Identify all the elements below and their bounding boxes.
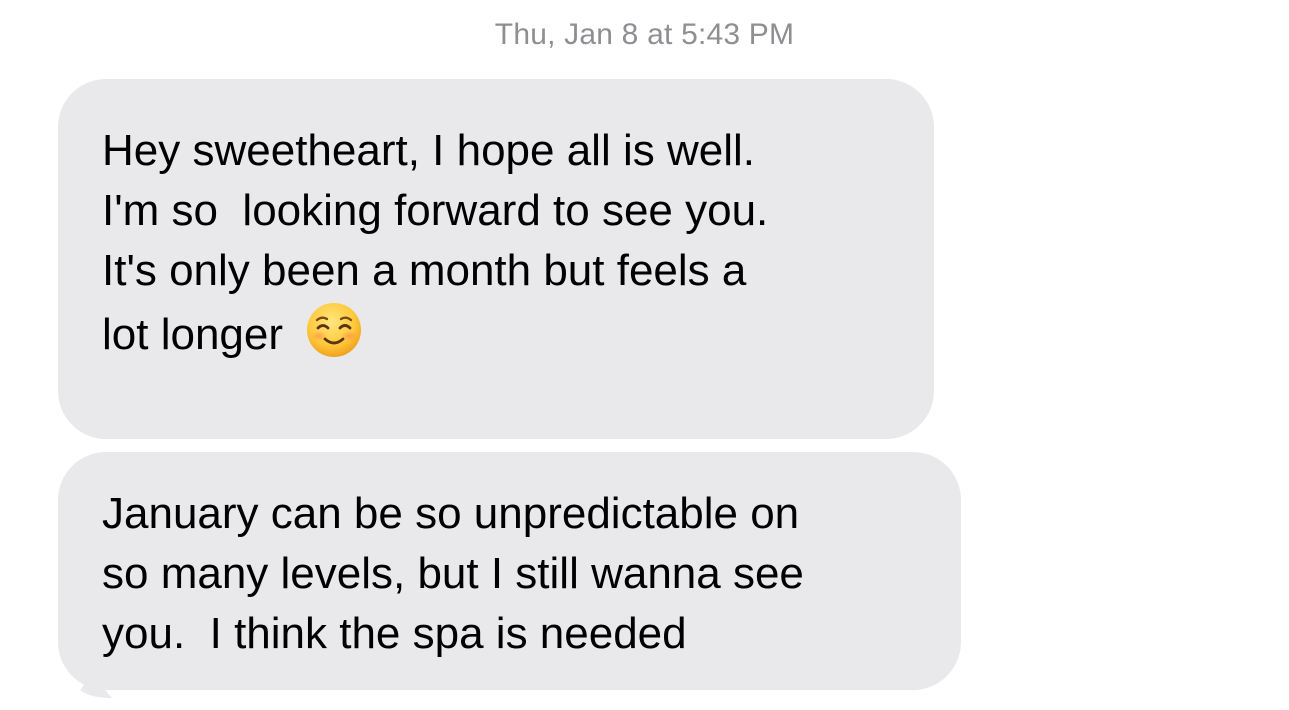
incoming-message-bubble[interactable]: Hey sweetheart, I hope all is well. I'm … — [58, 79, 934, 439]
message-line-with-emoji: lot longer — [102, 301, 363, 365]
message-line: so many levels, but I still wanna see — [102, 549, 804, 598]
message-thread[interactable]: Thu, Jan 8 at 5:43 PM Hey sweetheart, I … — [0, 0, 1289, 708]
smiling-face-with-blush-icon — [305, 301, 363, 359]
message-line: January can be so unpredictable on — [102, 489, 800, 538]
bubble-tail-icon — [80, 670, 112, 698]
timestamp-at: at — [647, 18, 673, 51]
message-line: I'm so looking forward to see you. — [102, 186, 769, 235]
message-line: you. I think the spa is needed — [102, 609, 687, 658]
message-timestamp: Thu, Jan 8 at 5:43 PM — [0, 18, 1289, 52]
timestamp-day: Thu, Jan 8 — [494, 18, 639, 51]
message-line: Hey sweetheart, I hope all is well. — [102, 126, 755, 175]
incoming-message-bubble[interactable]: January can be so unpredictable on so ma… — [58, 452, 961, 690]
message-line: It's only been a month but feels a — [102, 246, 747, 295]
timestamp-time: 5:43 PM — [681, 18, 795, 51]
message-text: lot longer — [102, 310, 284, 359]
